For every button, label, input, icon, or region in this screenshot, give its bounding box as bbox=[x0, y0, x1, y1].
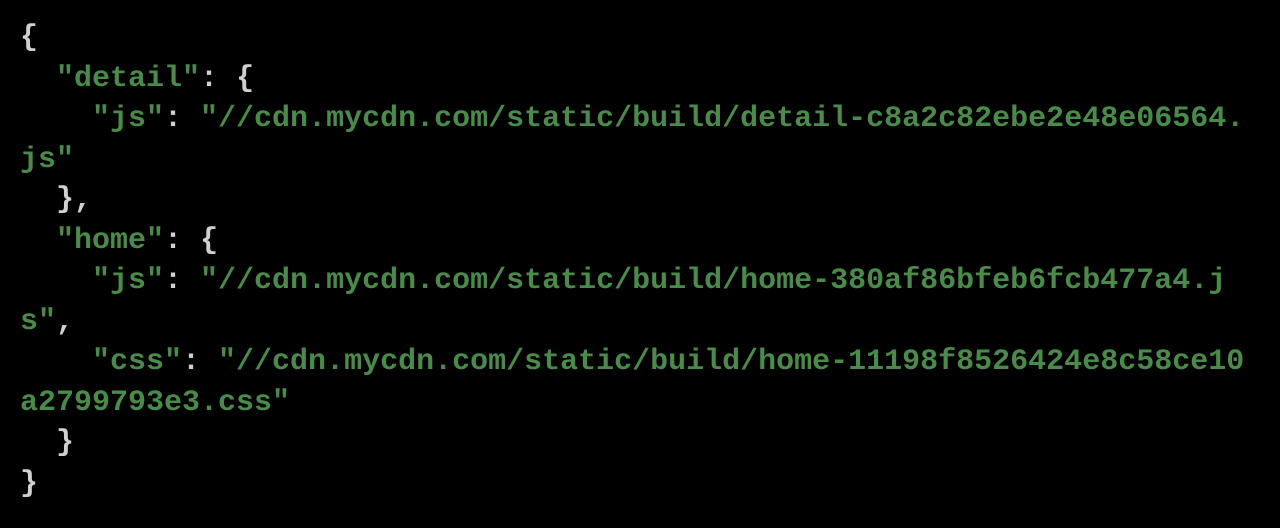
comma: , bbox=[56, 305, 74, 339]
value-detail-js: "//cdn.mycdn.com/static/build/detail-c8a… bbox=[20, 102, 1244, 177]
comma: , bbox=[74, 183, 92, 217]
indent bbox=[20, 345, 92, 379]
colon: : bbox=[164, 224, 200, 258]
brace-open-home: { bbox=[200, 224, 218, 258]
value-home-js: "//cdn.mycdn.com/static/build/home-380af… bbox=[20, 264, 1226, 339]
brace-open-root: { bbox=[20, 21, 38, 55]
brace-close-root: } bbox=[20, 467, 38, 501]
key-home-css: "css" bbox=[92, 345, 182, 379]
colon: : bbox=[200, 62, 236, 96]
code-block: { "detail": { "js": "//cdn.mycdn.com/sta… bbox=[20, 18, 1260, 504]
key-detail-js: "js" bbox=[92, 102, 164, 136]
colon: : bbox=[164, 102, 200, 136]
indent bbox=[20, 224, 56, 258]
indent bbox=[20, 264, 92, 298]
colon: : bbox=[164, 264, 200, 298]
indent bbox=[20, 62, 56, 96]
indent bbox=[20, 183, 56, 217]
brace-close-home: } bbox=[56, 426, 74, 460]
key-home-js: "js" bbox=[92, 264, 164, 298]
key-home: "home" bbox=[56, 224, 164, 258]
brace-open-detail: { bbox=[236, 62, 254, 96]
colon: : bbox=[182, 345, 218, 379]
indent bbox=[20, 102, 92, 136]
indent bbox=[20, 426, 56, 460]
brace-close-detail: } bbox=[56, 183, 74, 217]
key-detail: "detail" bbox=[56, 62, 200, 96]
